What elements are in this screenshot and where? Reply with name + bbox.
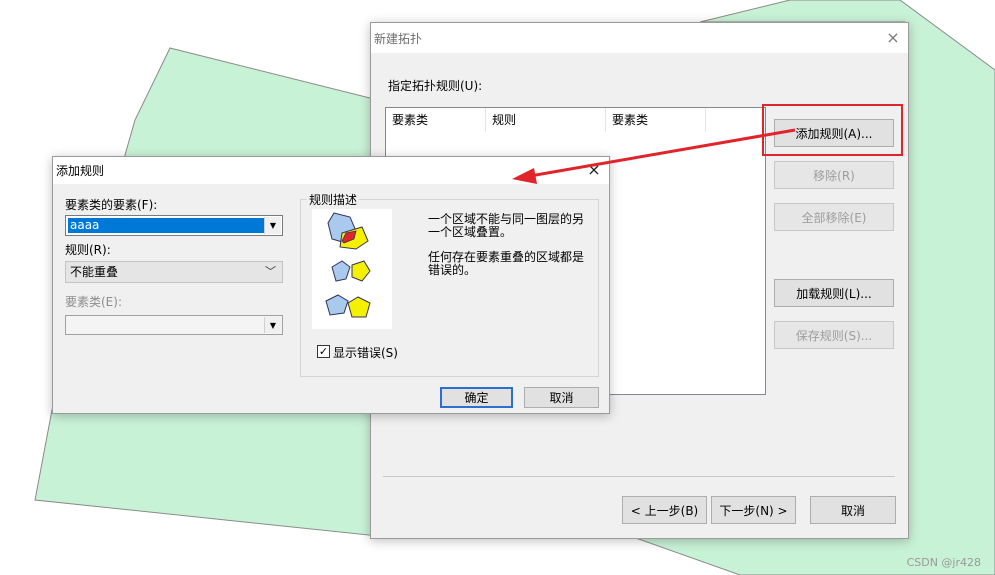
add-rule-titlebar: 添加规则 × bbox=[53, 157, 609, 184]
add-rule-cancel-button[interactable]: 取消 bbox=[524, 387, 599, 408]
feature-class-select-value bbox=[68, 318, 264, 332]
ok-button[interactable]: 确定 bbox=[440, 387, 513, 408]
feature-select-arrow-icon[interactable]: ▼ bbox=[264, 217, 281, 234]
column-header-feature-class-1[interactable]: 要素类 bbox=[386, 108, 486, 132]
description-line-1b: 一个区域叠置。 bbox=[428, 225, 513, 239]
rule-description-title: 规则描述 bbox=[307, 191, 360, 208]
next-button[interactable]: 下一步(N) > bbox=[711, 496, 796, 524]
add-rule-dialog: 添加规则 × 要素类的要素(F): aaaa ▼ 规则(R): 不能重叠 ﹀ 要… bbox=[52, 156, 610, 414]
rules-list-header: 要素类 规则 要素类 bbox=[386, 108, 765, 132]
description-line-2b: 错误的。 bbox=[428, 263, 477, 277]
feature-class-label: 要素类(E): bbox=[65, 295, 122, 309]
save-rules-button[interactable]: 保存规则(S)... bbox=[774, 321, 894, 349]
topology-titlebar: 新建拓扑 × bbox=[371, 23, 908, 53]
rule-select-value: 不能重叠 bbox=[70, 265, 119, 279]
topology-title: 新建拓扑 bbox=[374, 31, 423, 46]
rule-description-group: 规则描述 一个区域不能与同一图层的另 一个区域叠置。 任何存在要素重叠的区域都是… bbox=[300, 191, 599, 377]
rule-select-chevron-down-icon: ﹀ bbox=[265, 265, 276, 278]
rules-label: 指定拓扑规则(U): bbox=[388, 79, 483, 93]
feature-class-select[interactable]: ▼ bbox=[65, 315, 283, 335]
feature-label: 要素类的要素(F): bbox=[65, 198, 158, 212]
feature-select[interactable]: aaaa ▼ bbox=[65, 215, 283, 236]
rule-illustration bbox=[312, 209, 392, 329]
topology-close-icon[interactable]: × bbox=[884, 29, 902, 47]
add-rule-highlight-box bbox=[762, 104, 903, 156]
feature-class-select-arrow-icon[interactable]: ▼ bbox=[264, 317, 281, 333]
remove-button[interactable]: 移除(R) bbox=[774, 161, 894, 189]
rule-select[interactable]: 不能重叠 ﹀ bbox=[65, 261, 283, 283]
load-rules-button[interactable]: 加载规则(L)... bbox=[774, 279, 894, 307]
show-errors-checkbox[interactable]: ✓ bbox=[317, 345, 330, 358]
add-rule-close-icon[interactable]: × bbox=[585, 161, 603, 179]
watermark: CSDN @jr428 bbox=[906, 556, 981, 569]
show-errors-label[interactable]: 显示错误(S) bbox=[333, 344, 398, 361]
column-header-rule[interactable]: 规则 bbox=[486, 108, 606, 132]
back-button[interactable]: < 上一步(B) bbox=[622, 496, 707, 524]
column-header-feature-class-2[interactable]: 要素类 bbox=[606, 108, 706, 132]
feature-select-value: aaaa bbox=[68, 218, 264, 233]
rule-label: 规则(R): bbox=[65, 243, 111, 257]
topology-separator bbox=[383, 476, 895, 477]
add-rule-title: 添加规则 bbox=[56, 164, 105, 178]
remove-all-button[interactable]: 全部移除(E) bbox=[774, 203, 894, 231]
topology-cancel-button[interactable]: 取消 bbox=[810, 496, 896, 524]
